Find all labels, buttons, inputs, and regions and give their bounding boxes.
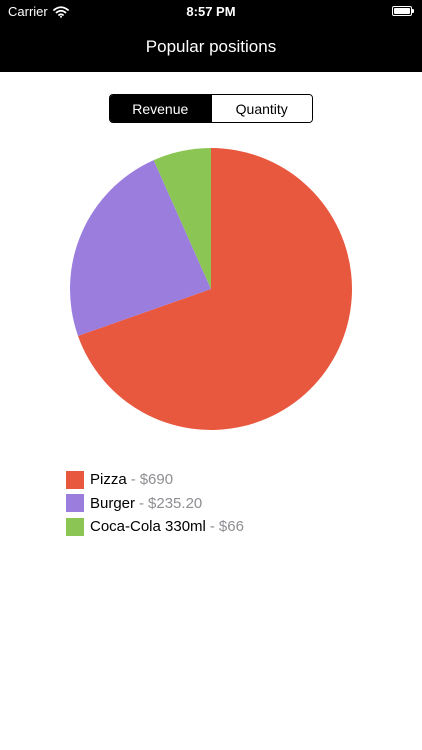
legend-value: $66 xyxy=(218,518,244,536)
legend-item-burger: Burger - $235.20 xyxy=(66,492,244,516)
legend-swatch-coca-cola xyxy=(66,517,84,536)
legend-label: Burger xyxy=(90,494,136,512)
legend-swatch-pizza xyxy=(66,470,84,489)
chart-legend: Pizza - $690 Burger - $235.20 Coca-Cola … xyxy=(66,468,244,539)
segment-quantity[interactable]: Quantity xyxy=(210,95,312,122)
legend-swatch-burger xyxy=(66,494,84,513)
chart-mode-segmented-control: Revenue Quantity xyxy=(109,94,313,123)
legend-value: $235.20 xyxy=(148,494,203,512)
navigation-bar: Popular positions xyxy=(0,24,422,72)
legend-label: Pizza xyxy=(90,471,127,489)
status-time: 8:57 PM xyxy=(186,4,236,19)
legend-item-pizza: Pizza - $690 xyxy=(66,468,244,492)
battery-icon xyxy=(392,6,414,16)
legend-separator: - xyxy=(130,471,136,489)
segment-revenue[interactable]: Revenue xyxy=(110,95,211,122)
legend-value: $690 xyxy=(139,471,174,489)
legend-separator: - xyxy=(209,518,215,536)
legend-item-coca-cola: Coca-Cola 330ml - $66 xyxy=(66,515,244,539)
revenue-pie-chart xyxy=(70,148,352,430)
page-title: Popular positions xyxy=(145,37,277,56)
legend-separator: - xyxy=(139,494,145,512)
legend-label: Coca-Cola 330ml xyxy=(90,518,206,536)
status-bar: Carrier 8:57 PM xyxy=(0,0,422,24)
